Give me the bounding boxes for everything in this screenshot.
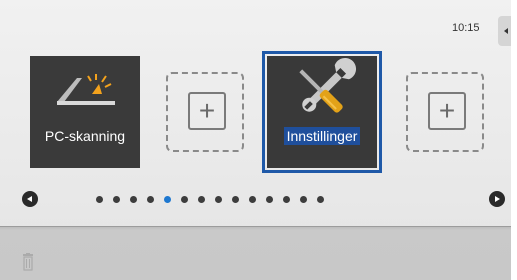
page-dot[interactable] — [266, 196, 273, 203]
page-dot[interactable] — [198, 196, 205, 203]
next-page-button[interactable] — [489, 191, 505, 207]
page-dot[interactable] — [130, 196, 137, 203]
chevron-left-icon — [27, 196, 32, 202]
clock: 10:15 — [452, 22, 480, 34]
status-bar: 10:15 — [0, 0, 511, 42]
page-dot[interactable] — [181, 196, 188, 203]
app-label-pc-scan: PC-skanning — [44, 128, 126, 144]
plus-icon: + — [428, 92, 466, 130]
page-dot[interactable] — [232, 196, 239, 203]
page-dot[interactable] — [147, 196, 154, 203]
page-indicator — [0, 186, 511, 210]
plus-icon: + — [188, 92, 226, 130]
page-dot[interactable] — [113, 196, 120, 203]
previous-page-button[interactable] — [22, 191, 38, 207]
add-shortcut-slot-2[interactable]: + — [406, 72, 484, 152]
bottom-bar — [0, 226, 511, 280]
page-dot[interactable] — [164, 196, 171, 203]
scanner-icon — [57, 74, 115, 105]
home-screen: 10:15 PC-skanning + Innstillinger + — [0, 0, 511, 280]
app-tile-pc-scan[interactable]: PC-skanning — [30, 56, 140, 168]
page-dot[interactable] — [317, 196, 324, 203]
app-label-settings: Innstillinger — [267, 127, 377, 145]
wrench-screwdriver-icon — [299, 57, 357, 113]
app-tile-settings[interactable]: Innstillinger — [262, 51, 382, 173]
chevron-left-icon — [504, 28, 508, 34]
trash-icon[interactable] — [22, 253, 34, 271]
page-dot[interactable] — [283, 196, 290, 203]
chevron-right-icon — [495, 196, 500, 202]
page-dot[interactable] — [215, 196, 222, 203]
page-dot[interactable] — [300, 196, 307, 203]
page-dot[interactable] — [96, 196, 103, 203]
add-shortcut-slot-1[interactable]: + — [166, 72, 244, 152]
page-dot[interactable] — [249, 196, 256, 203]
